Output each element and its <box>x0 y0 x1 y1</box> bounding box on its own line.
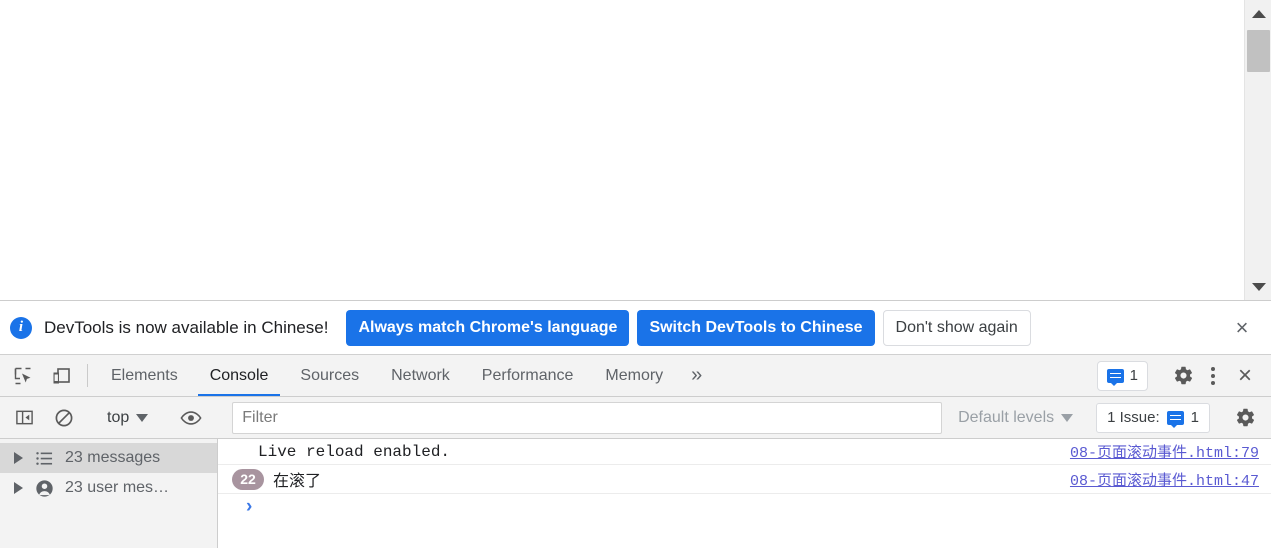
sidebar-item-messages[interactable]: 23 messages <box>0 443 217 473</box>
issues-badge-button[interactable]: 1 <box>1096 360 1148 391</box>
console-message-text-group: 22 在滚了 <box>218 467 1070 491</box>
sidebar-item-label: 23 user mes… <box>65 479 170 496</box>
tab-network[interactable]: Network <box>375 355 466 396</box>
toolbar-divider <box>87 364 88 387</box>
more-tabs-icon[interactable]: » <box>679 355 714 396</box>
console-message-row[interactable]: 22 在滚了 08-页面滚动事件.html:47 <box>218 465 1271 494</box>
info-icon: i <box>10 316 32 339</box>
issues-counter-count: 1 <box>1190 409 1199 426</box>
device-toolbar-icon[interactable] <box>42 355 80 396</box>
tab-performance[interactable]: Performance <box>466 355 590 396</box>
language-notification-bar: i DevTools is now available in Chinese! … <box>0 301 1271 355</box>
page-vertical-scrollbar[interactable] <box>1244 0 1271 300</box>
log-levels-value: Default levels <box>958 408 1055 426</box>
console-sidebar-toggle-icon[interactable] <box>4 398 44 438</box>
console-message-text: 在滚了 <box>273 473 322 491</box>
execution-context-value: top <box>107 408 130 426</box>
dont-show-again-button[interactable]: Don't show again <box>882 309 1031 346</box>
scrollbar-up-arrow[interactable] <box>1245 0 1271 27</box>
message-repeat-count-badge: 22 <box>232 468 264 490</box>
close-devtools-icon[interactable]: × <box>1227 360 1263 392</box>
message-bubble-icon <box>1106 368 1124 386</box>
console-message-source-link[interactable]: 08-页面滚动事件.html:47 <box>1070 469 1259 490</box>
message-bubble-icon <box>1166 410 1184 428</box>
console-message-text: Live reload enabled. <box>258 442 451 461</box>
switch-to-chinese-button[interactable]: Switch DevTools to Chinese <box>637 309 875 346</box>
chevron-right-icon[interactable] <box>14 452 23 464</box>
console-prompt-row[interactable]: › <box>218 494 1271 520</box>
filter-input[interactable] <box>232 401 943 434</box>
page-viewport <box>0 0 1271 300</box>
sidebar-item-label: 23 messages <box>65 449 161 466</box>
panel-tabs: Elements Console Sources Network Perform… <box>95 355 714 396</box>
log-levels-selector[interactable]: Default levels <box>950 409 1081 427</box>
console-settings-gear-icon[interactable] <box>1225 398 1265 438</box>
always-match-language-button[interactable]: Always match Chrome's language <box>346 309 630 346</box>
console-message-source-link[interactable]: 08-页面滚动事件.html:79 <box>1070 441 1259 462</box>
list-icon <box>33 451 55 466</box>
devtools-tabstrip: Elements Console Sources Network Perform… <box>0 355 1271 397</box>
chevron-down-icon <box>1061 413 1074 422</box>
execution-context-selector[interactable]: top <box>99 409 156 427</box>
live-expression-icon[interactable] <box>171 398 211 438</box>
prompt-chevron-icon: › <box>246 496 253 517</box>
tab-sources[interactable]: Sources <box>284 355 375 396</box>
notification-message: DevTools is now available in Chinese! <box>44 317 329 337</box>
close-icon[interactable]: × <box>1227 313 1257 343</box>
clear-console-icon[interactable] <box>44 398 84 438</box>
scrollbar-thumb[interactable] <box>1247 30 1270 72</box>
console-message-list: Live reload enabled. 08-页面滚动事件.html:79 2… <box>218 439 1271 548</box>
gear-icon[interactable] <box>1167 360 1199 392</box>
tab-elements[interactable]: Elements <box>95 355 194 396</box>
sidebar-item-user-messages[interactable]: 23 user mes… <box>0 473 217 503</box>
console-message-row[interactable]: Live reload enabled. 08-页面滚动事件.html:79 <box>218 439 1271 465</box>
tab-memory[interactable]: Memory <box>589 355 679 396</box>
inspect-element-icon[interactable] <box>4 355 42 396</box>
issues-counter-button[interactable]: 1 Issue: 1 <box>1096 402 1210 433</box>
devtools-window: i DevTools is now available in Chinese! … <box>0 0 1271 548</box>
user-icon <box>33 479 55 498</box>
kebab-menu-icon[interactable] <box>1199 360 1227 392</box>
console-body: 23 messages 23 user mes… Live reload ena… <box>0 439 1271 548</box>
issues-counter-label: 1 Issue: <box>1107 409 1160 426</box>
chevron-right-icon[interactable] <box>14 482 23 494</box>
tabstrip-actions: 1 × <box>1096 355 1271 396</box>
devtools-panel: i DevTools is now available in Chinese! … <box>0 300 1271 548</box>
console-filter-toolbar: top Default levels 1 Issue: 1 <box>0 397 1271 439</box>
chevron-down-icon <box>136 413 149 422</box>
scrollbar-down-arrow[interactable] <box>1245 273 1271 300</box>
issues-badge-count: 1 <box>1129 367 1138 384</box>
tab-console[interactable]: Console <box>194 355 285 396</box>
page-content-area <box>0 0 1244 300</box>
console-sidebar: 23 messages 23 user mes… <box>0 439 218 548</box>
